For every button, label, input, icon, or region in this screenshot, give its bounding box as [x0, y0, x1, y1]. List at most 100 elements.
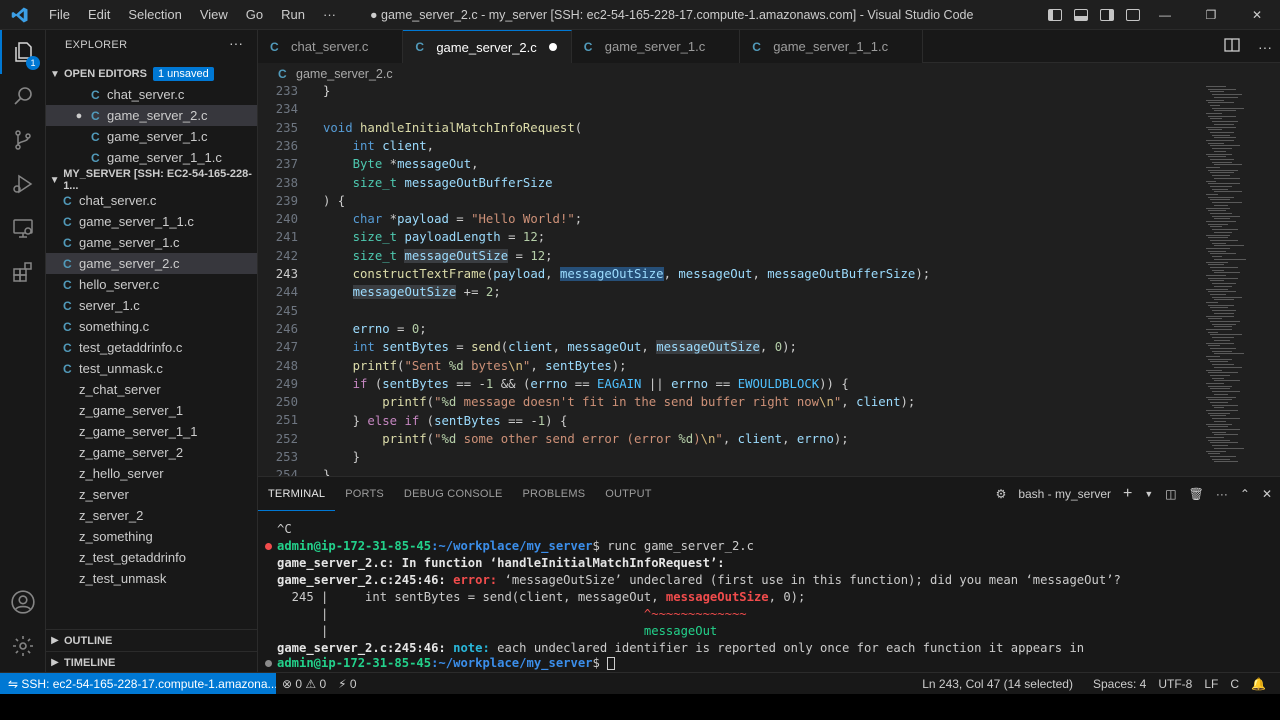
tab-game-server-1-1[interactable]: Cgame_server_1_1.c [740, 30, 924, 63]
restore-button[interactable]: ❐ [1188, 0, 1234, 30]
file-tree-item[interactable]: Cchat_server.c [46, 190, 257, 211]
open-editors-header[interactable]: ▼ OPEN EDITORS 1 unsaved [46, 63, 258, 85]
minimap-line [1208, 237, 1228, 239]
file-tree-item[interactable]: Cserver_1.c [46, 295, 257, 316]
c-file-icon: C [278, 66, 287, 81]
chevron-down-icon[interactable]: ▼ [1144, 489, 1153, 499]
unsaved-dot-icon[interactable]: ● [71, 110, 87, 122]
open-editor-item[interactable]: Cchat_server.c [46, 84, 257, 105]
breadcrumb-file[interactable]: game_server_2.c [296, 67, 393, 81]
minimap-line [1208, 196, 1234, 198]
minimap[interactable] [1198, 82, 1268, 476]
file-tree-item[interactable]: z_something [46, 526, 257, 547]
search-icon[interactable] [0, 74, 46, 118]
menu-view[interactable]: View [191, 0, 237, 30]
new-terminal-icon[interactable]: + [1123, 485, 1132, 503]
tab-game-server-1[interactable]: Cgame_server_1.c [571, 30, 741, 63]
code-editor[interactable]: 233 234 235 236 237 238 239 240 241 242 243 244 245 2… [258, 82, 1280, 476]
file-tree-item[interactable]: z_server [46, 484, 257, 505]
file-tree-item[interactable]: z_game_server_1_1 [46, 421, 257, 442]
tab-chat-server[interactable]: Cchat_server.c [258, 30, 404, 63]
split-terminal-icon[interactable]: ◫ [1165, 487, 1176, 501]
explorer-icon[interactable]: 1 [0, 30, 46, 74]
ports-indicator[interactable]: ⚡ 0 [332, 677, 362, 691]
command-error-icon[interactable] [265, 543, 272, 550]
outline-header[interactable]: ▶ OUTLINE [46, 629, 258, 651]
panel-tab-debug-console[interactable]: DEBUG CONSOLE [394, 477, 513, 511]
minimap-line [1206, 288, 1228, 290]
language-mode[interactable]: C [1224, 677, 1245, 691]
minimize-button[interactable]: — [1142, 0, 1188, 30]
toggle-secondary-sidebar-icon[interactable] [1100, 9, 1114, 21]
file-tree-item[interactable]: Ctest_getaddrinfo.c [46, 337, 257, 358]
remote-indicator[interactable]: ⇋ SSH: ec2-54-165-228-17.compute-1.amazo… [0, 672, 276, 695]
modified-dot-icon[interactable] [548, 43, 557, 51]
indentation[interactable]: Spaces: 4 [1087, 677, 1152, 691]
notifications-bell-icon[interactable]: 🔔 [1245, 677, 1272, 691]
accounts-icon[interactable] [0, 580, 46, 624]
chevron-right-icon: ▶ [51, 635, 59, 646]
minimap-line [1210, 280, 1224, 282]
file-tree-item[interactable]: z_hello_server [46, 463, 257, 484]
more-actions-icon[interactable]: ··· [1216, 487, 1228, 501]
unsaved-badge: 1 unsaved [152, 67, 214, 81]
file-tree-item[interactable]: z_game_server_2 [46, 442, 257, 463]
terminal-prompt[interactable]: admin@ip-172-31-85-45:~/workplace/my_ser… [277, 655, 616, 672]
end-of-line[interactable]: LF [1198, 677, 1224, 691]
close-panel-icon[interactable]: ✕ [1262, 487, 1272, 501]
breadcrumb[interactable]: Cgame_server_2.c [258, 63, 1280, 84]
folder-header[interactable]: ▼ MY_SERVER [SSH: EC2-54-165-228-1... [46, 168, 258, 192]
file-tree-item[interactable]: z_test_getaddrinfo [46, 547, 257, 568]
explorer-more-button[interactable]: ··· [229, 35, 243, 51]
menu-selection[interactable]: Selection [119, 0, 190, 30]
open-editor-item[interactable]: Cgame_server_1_1.c [46, 147, 257, 168]
menu-go[interactable]: Go [237, 0, 272, 30]
menu-run[interactable]: Run [272, 0, 314, 30]
maximize-panel-icon[interactable]: ⌃ [1240, 487, 1250, 501]
toggle-sidebar-icon[interactable] [1048, 9, 1062, 21]
open-editor-item[interactable]: Cgame_server_1.c [46, 126, 257, 147]
customize-layout-icon[interactable] [1126, 9, 1140, 21]
file-tree-item[interactable]: z_test_unmask [46, 568, 257, 589]
c-file-icon: C [63, 361, 72, 376]
terminal-name[interactable]: bash - my_server [1018, 487, 1111, 501]
file-tree-item[interactable]: Chello_server.c [46, 274, 257, 295]
close-window-button[interactable]: ✕ [1234, 0, 1280, 30]
command-status-icon[interactable] [265, 660, 272, 667]
editor-scrollbar[interactable] [1270, 82, 1278, 476]
manage-gear-icon[interactable] [0, 624, 46, 668]
open-editor-item[interactable]: ● Cgame_server_2.c [46, 105, 257, 126]
code-line-text: Byte *messageOut, [352, 157, 479, 172]
problems-indicator[interactable]: ⊗ 0 ⚠ 0 [276, 677, 332, 691]
file-tree-item[interactable]: Ctest_unmask.c [46, 358, 257, 379]
trash-icon[interactable]: 🗑 [1189, 487, 1204, 501]
run-debug-icon[interactable] [0, 162, 46, 206]
split-editor-icon[interactable] [1224, 38, 1240, 55]
file-tree-item[interactable]: Csomething.c [46, 316, 257, 337]
file-tree-item[interactable]: z_chat_server [46, 379, 257, 400]
encoding[interactable]: UTF-8 [1152, 677, 1198, 691]
c-file-icon: C [91, 150, 100, 165]
minimap-line [1210, 320, 1240, 322]
timeline-header[interactable]: ▶ TIMELINE [46, 651, 258, 673]
menu-more[interactable]: ··· [314, 0, 345, 30]
panel-tab-terminal[interactable]: TERMINAL [258, 477, 336, 511]
tab-game-server-2[interactable]: Cgame_server_2.c [403, 30, 572, 63]
panel-tab-output[interactable]: OUTPUT [595, 477, 661, 511]
menu-edit[interactable]: Edit [79, 0, 119, 30]
file-tree-item[interactable]: Cgame_server_1.c [46, 232, 257, 253]
panel-tab-ports[interactable]: PORTS [335, 477, 394, 511]
panel-tab-problems[interactable]: PROBLEMS [513, 477, 596, 511]
file-tree-item[interactable]: Cgame_server_2.c [46, 253, 257, 274]
source-control-icon[interactable] [0, 118, 46, 162]
file-tree-item[interactable]: z_server_2 [46, 505, 257, 526]
more-actions-icon[interactable]: ··· [1258, 39, 1272, 55]
menu-file[interactable]: File [40, 0, 79, 30]
terminal-line: admin@ip-172-31-85-45:~/workplace/my_ser… [277, 539, 754, 553]
file-tree-item[interactable]: z_game_server_1 [46, 400, 257, 421]
remote-explorer-icon[interactable] [0, 206, 46, 250]
extensions-icon[interactable] [0, 250, 46, 294]
cursor-position[interactable]: Ln 243, Col 47 (14 selected) [916, 677, 1079, 691]
toggle-panel-icon[interactable] [1074, 9, 1088, 21]
file-tree-item[interactable]: Cgame_server_1_1.c [46, 211, 257, 232]
